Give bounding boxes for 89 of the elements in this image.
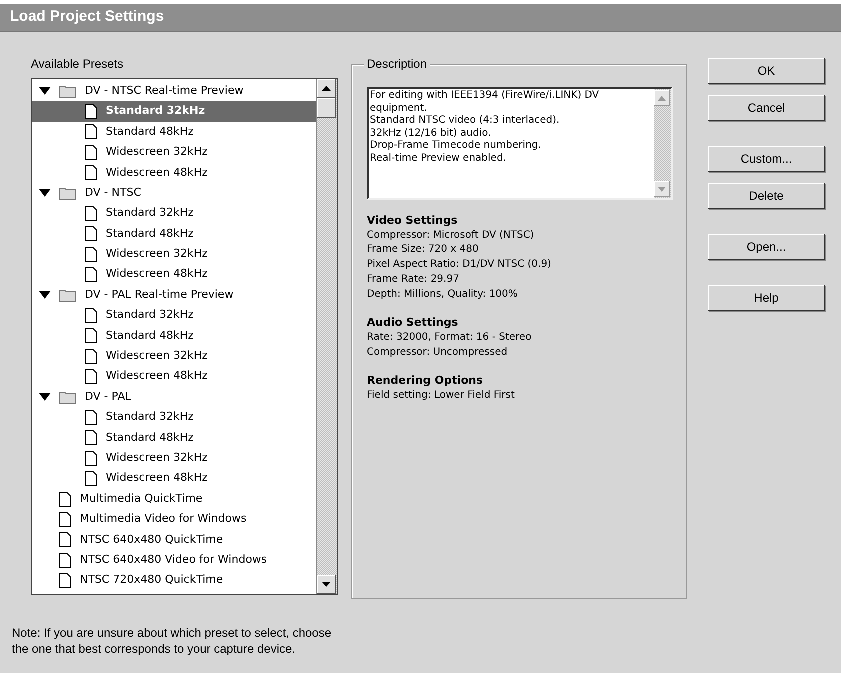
scroll-down-button[interactable] — [317, 575, 336, 594]
up-arrow-icon — [658, 96, 666, 100]
preset-item[interactable]: DV - NTSC Real-time Preview — [32, 81, 316, 102]
presets-label: Available Presets — [31, 56, 124, 72]
dialog-button[interactable]: Cancel — [708, 95, 825, 121]
preset-item[interactable]: NTSC 720x480 QuickTime — [32, 570, 316, 591]
preset-item[interactable]: Widescreen 48kHz — [32, 264, 316, 285]
document-icon — [85, 246, 97, 262]
group-legend: Description — [364, 56, 430, 72]
preset-item[interactable]: DV - PAL — [32, 386, 316, 408]
description-line: Drop-Frame Timecode numbering. — [370, 140, 542, 152]
window-title: Load Project Settings — [10, 7, 164, 28]
preset-item[interactable]: Standard 48kHz — [32, 224, 316, 244]
description-line: Real-time Preview enabled. — [370, 152, 508, 165]
section-heading: Video Settings — [367, 214, 458, 229]
description-line: For editing with IEEE1394 (FireWire/i.LINK) DV equipment. — [370, 90, 600, 115]
scrollbar[interactable] — [316, 79, 337, 594]
setting-line: Depth: Millions, Quality: 100% — [367, 288, 518, 302]
document-icon — [59, 532, 71, 548]
preset-item[interactable]: Multimedia Video for Windows — [32, 509, 316, 530]
setting-line: Frame Rate: 29.97 — [367, 272, 460, 287]
setting-line: Compressor: Uncompressed — [367, 346, 508, 360]
setting-line: Compressor: Microsoft DV (NTSC) — [367, 228, 534, 243]
document-icon — [85, 450, 97, 466]
scroll-thumb[interactable] — [317, 98, 336, 118]
preset-item[interactable]: NTSC 640x480 QuickTime — [32, 530, 316, 550]
dialog-button[interactable]: OK — [708, 58, 825, 84]
setting-line: Field setting: Lower Field First — [367, 389, 515, 404]
preset-item[interactable]: Widescreen 48kHz — [32, 366, 316, 387]
dialog-button[interactable]: Open... — [708, 234, 825, 260]
document-icon — [59, 512, 71, 527]
preset-item[interactable]: NTSC 640x480 Video for Windows — [32, 550, 316, 570]
preset-item[interactable]: Widescreen 32kHz — [32, 346, 316, 366]
preset-item[interactable]: DV - PAL Real-time Preview — [32, 284, 316, 306]
document-icon — [85, 369, 97, 384]
document-icon — [59, 492, 71, 506]
preset-item[interactable]: Standard 48kHz — [32, 326, 316, 346]
preset-item[interactable]: Widescreen 48kHz — [32, 468, 316, 489]
expanded-triangle-icon[interactable] — [39, 392, 51, 402]
document-icon — [85, 104, 97, 120]
preset-item[interactable]: Standard 32kHz — [32, 305, 316, 326]
document-icon — [85, 410, 97, 425]
preset-item[interactable]: Widescreen 32kHz — [32, 142, 316, 163]
setting-line: Pixel Aspect Ratio: D1/DV NTSC (0.9) — [367, 258, 552, 272]
folder-icon — [59, 390, 76, 404]
dialog-button[interactable]: Custom... — [708, 146, 825, 172]
preset-item[interactable]: Standard 32kHz — [32, 407, 316, 428]
expanded-triangle-icon[interactable] — [39, 188, 51, 198]
note-text: Note: If you are unsure about which preset to select, choose — [12, 625, 332, 641]
document-icon — [85, 226, 97, 242]
document-icon — [85, 144, 97, 160]
preset-item[interactable]: Standard 48kHz — [32, 428, 316, 448]
section-heading: Rendering Options — [367, 374, 484, 390]
setting-line: Rate: 32000, Format: 16 - Stereo — [367, 330, 532, 345]
preset-item[interactable]: Standard 48kHz — [32, 122, 316, 142]
up-arrow-icon — [322, 86, 331, 91]
dialog-button[interactable]: Help — [708, 285, 825, 311]
expanded-triangle-icon[interactable] — [39, 86, 51, 96]
note-text: the one that best corresponds to your capture device. — [12, 641, 296, 657]
document-icon — [85, 348, 97, 364]
document-icon — [85, 267, 97, 282]
preset-item[interactable]: Widescreen 32kHz — [32, 448, 316, 468]
preset-item[interactable]: Widescreen 48kHz — [32, 162, 316, 183]
down-arrow-icon — [658, 186, 666, 192]
document-icon — [85, 430, 97, 446]
preset-item[interactable]: Standard 32kHz — [32, 203, 316, 224]
preset-item[interactable]: Widescreen 32kHz — [32, 244, 316, 265]
section-heading: Audio Settings — [367, 316, 458, 331]
document-icon — [59, 573, 71, 588]
down-arrow-icon — [322, 582, 331, 587]
preset-item[interactable]: Multimedia QuickTime — [32, 488, 316, 510]
folder-icon — [59, 186, 76, 200]
folder-icon — [59, 84, 76, 98]
document-icon — [85, 124, 97, 140]
setting-line: Frame Size: 720 x 480 — [367, 243, 479, 258]
folder-icon — [59, 288, 76, 302]
description-line: Standard NTSC video (4:3 interlaced). — [370, 115, 561, 128]
document-icon — [59, 552, 71, 568]
preset-item[interactable]: DV - NTSC — [32, 182, 316, 204]
document-icon — [85, 308, 97, 323]
document-icon — [85, 471, 97, 486]
document-icon — [85, 328, 97, 344]
preset-item[interactable]: Standard 32kHz — [32, 101, 316, 122]
document-icon — [85, 165, 97, 180]
description-line: 32kHz (12/16 bit) audio. — [370, 128, 492, 140]
document-icon — [85, 206, 97, 222]
dialog-button[interactable]: Delete — [708, 183, 825, 209]
scroll-up-button[interactable] — [317, 79, 336, 98]
expanded-triangle-icon[interactable] — [39, 290, 51, 300]
